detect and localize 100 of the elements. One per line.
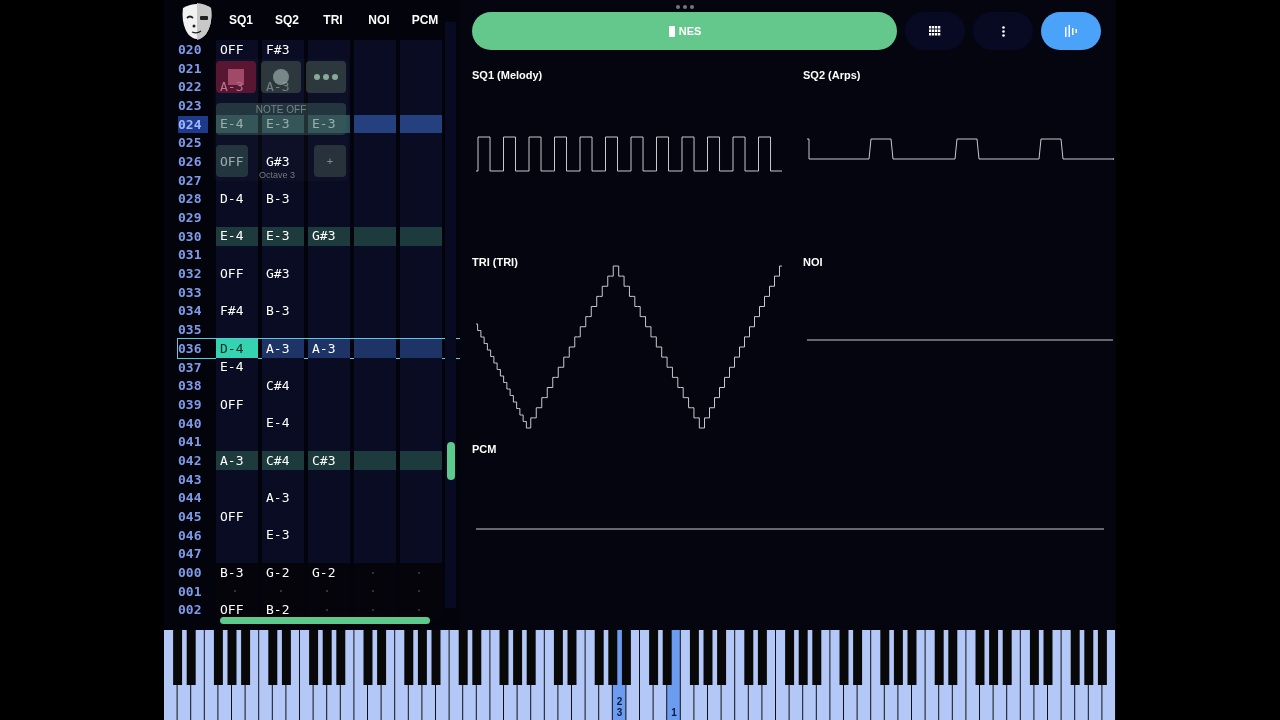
channel-header: SQ2 — [274, 12, 300, 29]
piano-keyboard-drawing[interactable]: 2 3 1 — [164, 630, 1116, 720]
note-cell[interactable]: C#4 — [262, 376, 304, 396]
row-number: 039 — [178, 395, 203, 413]
channel-cell[interactable] — [216, 208, 258, 227]
octave-down-button[interactable] — [216, 145, 248, 177]
row-number: 031 — [178, 246, 203, 264]
row-number: 042 — [178, 451, 203, 469]
row-number: 028 — [178, 190, 203, 208]
note-cell[interactable]: OFF — [216, 40, 258, 59]
note-cell[interactable]: C#4 — [262, 451, 304, 470]
row-number: 029 — [178, 209, 203, 227]
record-button[interactable] — [261, 61, 301, 93]
row-number: 023 — [178, 96, 203, 114]
note-cell[interactable]: A-3 — [216, 451, 258, 470]
channel-cell[interactable] — [308, 208, 350, 227]
drag-handle-icon[interactable] — [674, 4, 695, 10]
channel-cell[interactable] — [308, 96, 350, 115]
row-number: 021 — [178, 59, 203, 77]
scope-title: SQ1 (Melody) — [472, 68, 544, 82]
channel-cell[interactable] — [400, 339, 442, 358]
channel-cell[interactable] — [400, 133, 442, 153]
more-button[interactable] — [306, 61, 346, 93]
scope-title: TRI (TRI) — [472, 255, 519, 269]
row-number: 036 — [178, 339, 203, 357]
row-number: 041 — [178, 433, 203, 451]
row-number: 022 — [178, 78, 203, 96]
row-number: 025 — [178, 134, 203, 152]
scope-title: SQ2 (Arps) — [803, 68, 862, 82]
channel-cell[interactable] — [308, 133, 350, 153]
channel-cell[interactable] — [400, 451, 442, 470]
channel-header: PCM — [410, 12, 440, 29]
vertical-scrollbar[interactable] — [447, 442, 455, 480]
row-number: 033 — [178, 283, 203, 301]
channel-cell[interactable] — [308, 432, 350, 452]
more-vertical-icon — [1001, 25, 1005, 37]
note-cell[interactable]: G#3 — [262, 264, 304, 283]
grid-icon — [929, 26, 941, 36]
row-number: 020 — [178, 40, 203, 58]
note-cell[interactable]: OFF — [216, 395, 258, 414]
row-number: 045 — [178, 508, 203, 526]
row-number: 035 — [178, 321, 203, 339]
voice-number: 3 — [616, 707, 623, 718]
channel-cell[interactable] — [216, 432, 258, 452]
octave-label: Octave 3 — [259, 170, 296, 180]
channel-cell[interactable] — [308, 40, 350, 59]
channel-cell[interactable] — [262, 133, 304, 153]
channel-cell[interactable] — [354, 208, 396, 227]
channel-cell[interactable] — [400, 96, 442, 115]
channel-cell[interactable] — [354, 96, 396, 115]
voice-number: 1 — [671, 707, 677, 718]
row-number: 024 — [178, 115, 208, 133]
row-number: 043 — [178, 470, 203, 488]
row-number: 044 — [178, 489, 203, 507]
scope-title: NOI — [803, 255, 824, 269]
grid-button[interactable] — [905, 12, 965, 50]
note-cell[interactable]: G#3 — [262, 152, 304, 171]
more-icon — [313, 73, 339, 81]
voice-number: 2 — [616, 696, 623, 707]
chip-icon — [667, 25, 676, 37]
octave-up-button[interactable]: + — [314, 145, 346, 177]
channel-cell[interactable] — [216, 133, 258, 153]
channel-cell[interactable] — [216, 96, 258, 115]
note-cell[interactable]: A-3 — [262, 339, 304, 358]
row-number: 027 — [178, 171, 203, 189]
row-number: 040 — [178, 414, 203, 432]
row-number: 000 — [178, 564, 203, 582]
channel-cell[interactable] — [354, 133, 396, 153]
channel-cell[interactable] — [354, 432, 396, 452]
channel-header: NOI — [367, 12, 391, 29]
channel-cell[interactable] — [262, 432, 304, 452]
channel-cell[interactable] — [354, 339, 396, 358]
mask-logo-icon — [180, 2, 214, 42]
oscilloscope-button[interactable] — [1041, 12, 1101, 50]
note-cell[interactable]: OFF — [216, 152, 258, 171]
row-number: 026 — [178, 152, 203, 170]
row-number: 002 — [178, 601, 203, 619]
note-cell[interactable]: C#3 — [308, 451, 350, 470]
note-cell[interactable]: F#3 — [262, 40, 304, 59]
row-number: 034 — [178, 302, 203, 320]
row-number: 032 — [178, 265, 203, 283]
channel-cell[interactable] — [400, 432, 442, 452]
channel-header: SQ1 — [228, 12, 254, 29]
row-number: 046 — [178, 526, 203, 544]
channel-cell[interactable] — [354, 451, 396, 470]
channel-cell[interactable] — [400, 208, 442, 227]
channel-header: TRI — [322, 12, 344, 29]
note-cell[interactable]: D-4 — [216, 339, 258, 358]
row-number: 047 — [178, 545, 203, 563]
horizontal-scrollbar[interactable] — [220, 617, 430, 624]
row-number: 037 — [178, 358, 203, 376]
scope-title: PCM — [472, 442, 498, 456]
note-cell[interactable]: OFF — [216, 264, 258, 283]
note-cell[interactable]: OFF — [216, 507, 258, 526]
row-number: 030 — [178, 227, 203, 245]
row-number: 001 — [178, 582, 203, 600]
audio-bars-icon — [1065, 25, 1077, 37]
channel-cell[interactable] — [262, 208, 304, 227]
row-number: 038 — [178, 377, 203, 395]
note-cell[interactable]: A-3 — [308, 339, 350, 358]
